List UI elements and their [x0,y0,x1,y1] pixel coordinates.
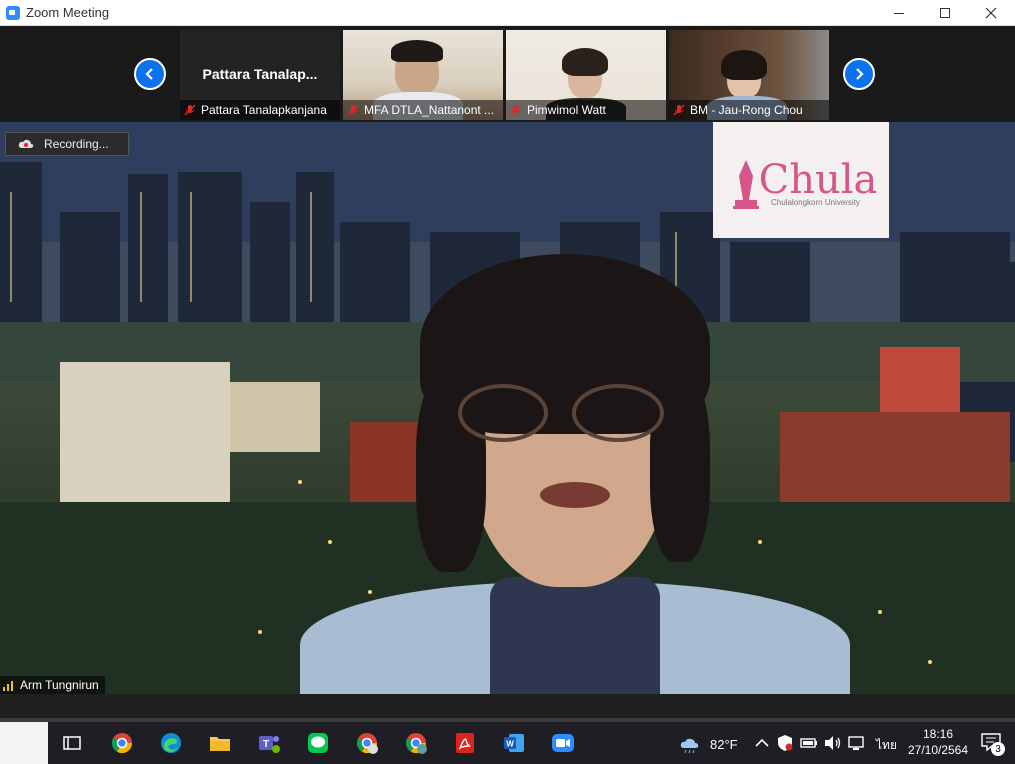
participant-big-name: Pattara Tanalap... [202,66,318,82]
previous-page-button[interactable] [134,58,166,90]
participant-tile[interactable]: MFA DTLA_Nattanont ... [343,30,503,120]
search-box[interactable] [0,722,48,764]
input-language[interactable]: ไทย [876,736,897,755]
mic-muted-icon [510,104,522,116]
recording-indicator[interactable]: Recording... [5,132,129,156]
mic-muted-icon [184,104,196,116]
windows-taskbar: T W 82°F ไทย 18:16 27/10/2564 3 [0,722,1015,764]
window-title: Zoom Meeting [26,5,110,20]
mic-muted-icon [347,104,359,116]
recording-label: Recording... [44,137,109,151]
show-hidden-icons-chevron-icon[interactable] [750,731,774,755]
speaker-name: Arm Tungnirun [20,678,99,692]
signal-bars-icon [3,681,13,691]
minimize-button[interactable] [876,0,922,26]
gallery-strip: Pattara Tanalap... Pattara Tanalapkanjan… [0,26,1015,122]
participant-name-bar: MFA DTLA_Nattanont ... [343,100,503,120]
participant-name: MFA DTLA_Nattanont ... [364,103,495,117]
meeting-footer-strip [0,694,1015,718]
line-icon[interactable] [306,731,330,755]
chula-subtitle: Chulalongkorn University [771,198,860,207]
svg-text:T: T [263,739,269,750]
participant-name-bar: BM - Jau-Rong Chou [669,100,829,120]
chrome-icon[interactable] [110,731,134,755]
speaker-name-bar: Arm Tungnirun [0,676,105,694]
participant-tile[interactable]: BM - Jau-Rong Chou [669,30,829,120]
cloud-recording-icon [18,139,34,148]
zoom-app-icon [6,5,20,20]
participant-name-bar: Pattara Tanalapkanjana [180,100,340,120]
glasses [458,384,548,442]
active-speaker-video[interactable]: Recording... Chula Chulalongkorn Univers… [0,122,1015,694]
file-explorer-icon[interactable] [208,731,232,755]
close-button[interactable] [968,0,1014,26]
clock-date: 27/10/2564 [907,743,969,757]
battery-icon[interactable] [797,731,821,755]
weather-temperature[interactable]: 82°F [710,737,738,752]
maximize-button[interactable] [922,0,968,26]
word-icon[interactable]: W [502,731,526,755]
chevron-left-icon [145,68,153,80]
chrome-profile-l-icon[interactable] [355,731,379,755]
weather-icon[interactable] [678,731,702,755]
chula-wordmark: Chula [758,157,878,203]
close-icon [985,7,997,19]
security-shield-icon[interactable] [773,731,797,755]
participant-name: Pattara Tanalapkanjana [201,103,327,117]
network-icon[interactable] [845,731,869,755]
teams-icon[interactable]: T [257,731,281,755]
participant-name-bar: Pimwimol Watt [506,100,666,120]
volume-icon[interactable] [821,731,845,755]
task-view-icon[interactable] [60,731,84,755]
participant-tile[interactable]: Pimwimol Watt [506,30,666,120]
notification-count-badge: 3 [991,742,1005,756]
zoom-taskbar-icon[interactable] [551,731,575,755]
svg-text:W: W [506,740,514,749]
title-bar: Zoom Meeting [0,0,1015,26]
chula-logo: Chula Chulalongkorn University [713,122,889,238]
participant-tile[interactable]: Pattara Tanalap... Pattara Tanalapkanjan… [180,30,340,120]
chrome-profile-a-icon[interactable] [404,731,428,755]
clock-time: 18:16 [922,727,954,741]
system-clock[interactable]: 18:16 27/10/2564 [900,726,976,758]
chula-crest-icon [733,160,759,209]
participant-name: Pimwimol Watt [527,103,606,117]
edge-icon[interactable] [159,731,183,755]
mic-muted-icon [673,104,685,116]
chevron-right-icon [856,68,864,80]
participant-name: BM - Jau-Rong Chou [690,103,803,117]
next-page-button[interactable] [843,58,875,90]
acrobat-icon[interactable] [453,731,477,755]
